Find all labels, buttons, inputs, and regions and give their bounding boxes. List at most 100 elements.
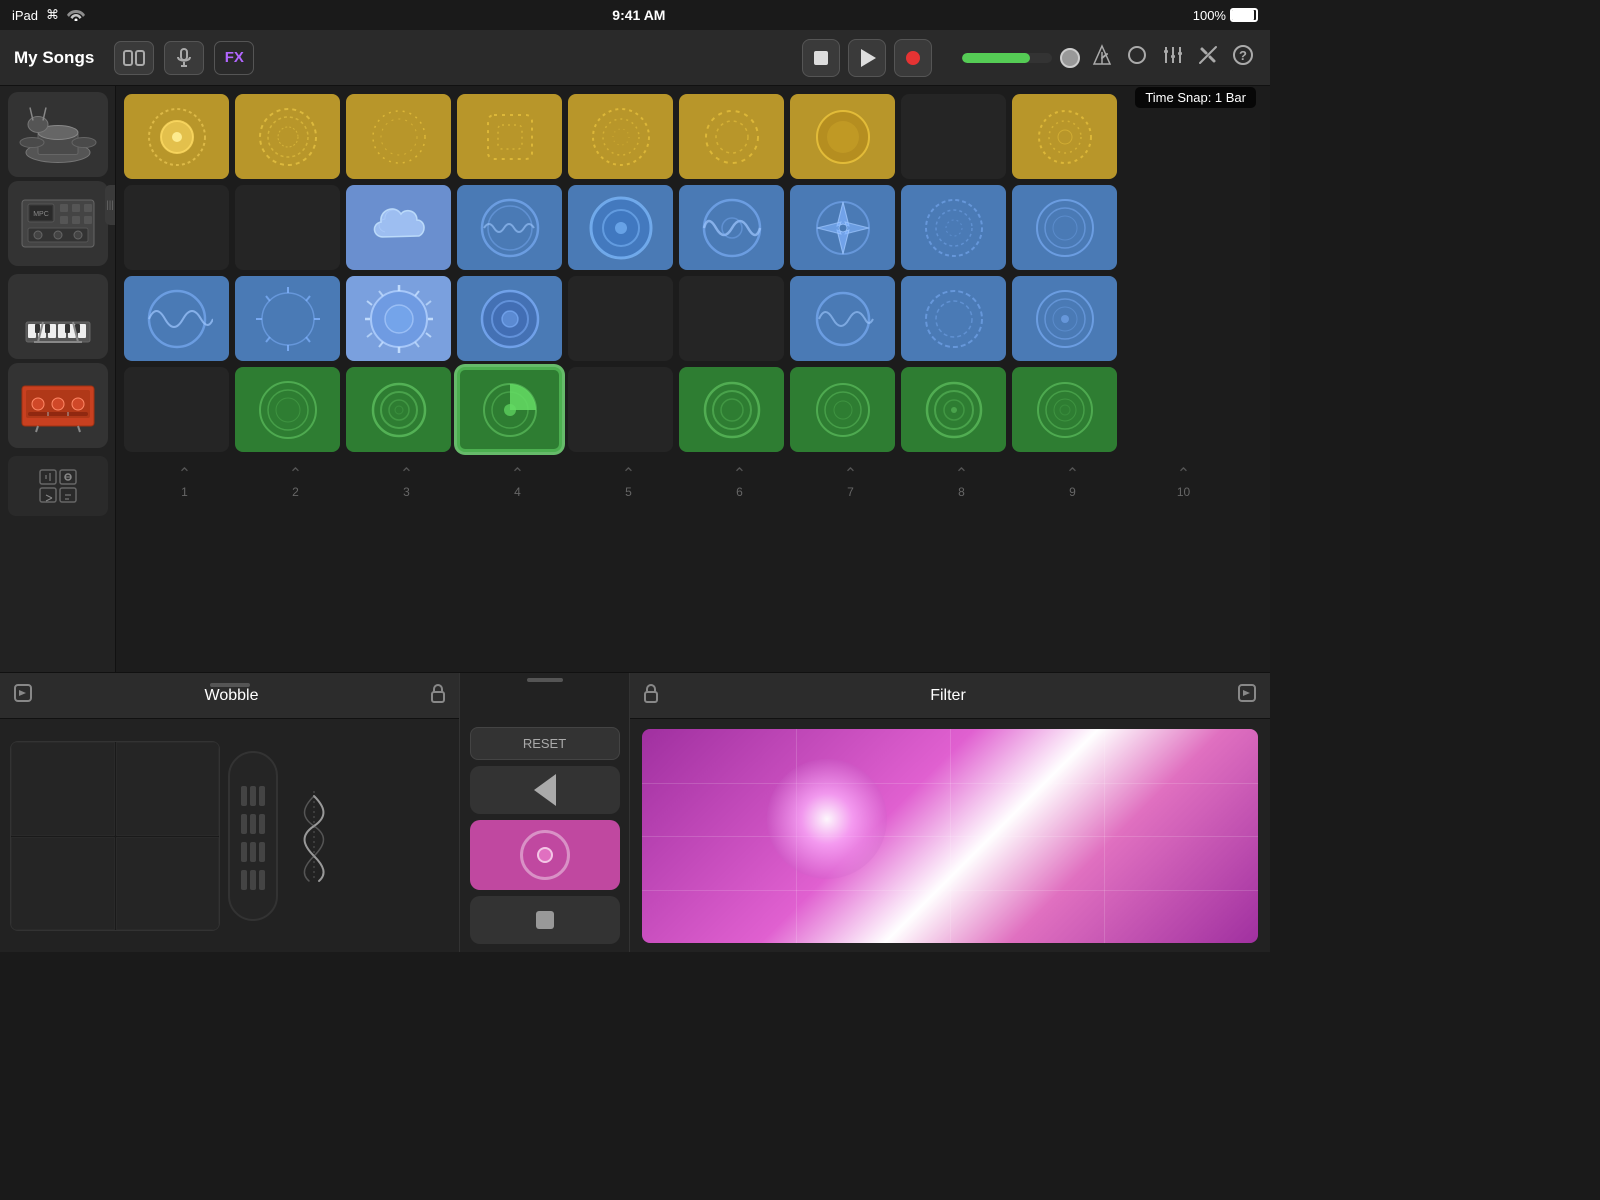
waveform-green-ring — [252, 374, 324, 446]
xy-quadrant-bl[interactable] — [11, 837, 115, 931]
cell-3-4[interactable] — [457, 276, 562, 361]
center-drag-handle-area — [460, 673, 629, 683]
screen-button[interactable] — [114, 41, 154, 75]
cell-1-4[interactable] — [457, 94, 562, 179]
cell-3-1[interactable] — [124, 276, 229, 361]
xy-quadrant-tl[interactable] — [11, 742, 115, 836]
cell-1-8[interactable] — [901, 94, 1006, 179]
cell-3-2[interactable] — [235, 276, 340, 361]
record-button[interactable] — [894, 39, 932, 77]
loop-icon[interactable] — [1124, 42, 1150, 73]
scene-icon — [38, 468, 78, 504]
col-10[interactable]: ⌃ 10 — [1131, 462, 1236, 504]
waveform-dot-circle — [141, 101, 213, 173]
cell-4-8[interactable] — [901, 367, 1006, 452]
wobble-title: Wobble — [42, 687, 421, 705]
waveform-green-ring3 — [696, 374, 768, 446]
tools-icon[interactable] — [1196, 43, 1220, 72]
wobble-vertical-slider[interactable] — [228, 751, 278, 921]
cell-1-1[interactable] — [124, 94, 229, 179]
fx-button[interactable]: FX — [214, 41, 254, 75]
cell-2-2[interactable] — [235, 185, 340, 270]
volume-knob[interactable] — [1060, 48, 1080, 68]
col-11[interactable]: ⌃ 11 — [1242, 462, 1270, 504]
cell-3-6[interactable] — [679, 276, 784, 361]
cell-2-1[interactable] — [124, 185, 229, 270]
col-5[interactable]: ⌃ 5 — [576, 462, 681, 504]
col-1[interactable]: ⌃ 1 — [132, 462, 237, 504]
help-icon[interactable]: ? — [1230, 42, 1256, 73]
xy-quadrant-br[interactable] — [116, 837, 220, 931]
cell-1-3[interactable] — [346, 94, 451, 179]
cell-1-7[interactable] — [790, 94, 895, 179]
volume-slider[interactable] — [962, 53, 1052, 63]
cell-2-4[interactable] — [457, 185, 562, 270]
cell-4-9[interactable] — [1012, 367, 1117, 452]
filter-glow-indicator — [767, 759, 887, 879]
filter-xy-pad[interactable]: Resonance Cutoff — [642, 729, 1258, 943]
grid-row-4 — [124, 367, 1262, 452]
instrument-analog[interactable] — [8, 363, 108, 448]
cell-3-3[interactable] — [346, 276, 451, 361]
stop-button-2[interactable] — [470, 896, 620, 944]
cell-1-5[interactable] — [568, 94, 673, 179]
col-6-label: 6 — [736, 485, 743, 499]
col-6[interactable]: ⌃ 6 — [687, 462, 792, 504]
collapse-handle[interactable]: ||| — [105, 185, 115, 225]
scene-clips-button[interactable] — [8, 456, 108, 516]
mixer-icon[interactable] — [1160, 43, 1186, 72]
waveform-rw1 — [141, 283, 213, 355]
col-4[interactable]: ⌃ 4 — [465, 462, 570, 504]
cell-4-5[interactable] — [568, 367, 673, 452]
col-3[interactable]: ⌃ 3 — [354, 462, 459, 504]
cell-4-3[interactable] — [346, 367, 451, 452]
filter-clip-icon[interactable] — [1236, 682, 1258, 709]
col-10-arrow: ⌃ — [1177, 467, 1190, 483]
cell-3-7[interactable] — [790, 276, 895, 361]
bottom-panel: Wobble — [0, 672, 1270, 952]
wobble-xy-pad[interactable] — [10, 741, 220, 931]
cell-3-8[interactable] — [901, 276, 1006, 361]
vinyl-button[interactable] — [470, 820, 620, 890]
wobble-lock-icon[interactable] — [429, 683, 447, 708]
cell-4-1[interactable] — [124, 367, 229, 452]
back-button[interactable] — [470, 766, 620, 814]
wifi-signal-icon — [67, 7, 85, 24]
cell-1-2[interactable] — [235, 94, 340, 179]
cell-1-9[interactable] — [1012, 94, 1117, 179]
grid-area: ⌃ 1 ⌃ 2 ⌃ 3 ⌃ 4 ⌃ 5 ⌃ 6 — [116, 86, 1270, 672]
cell-2-9[interactable] — [1012, 185, 1117, 270]
cell-4-2[interactable] — [235, 367, 340, 452]
filter-lock-icon[interactable] — [642, 683, 660, 708]
ipad-label: iPad — [12, 8, 38, 23]
col-2[interactable]: ⌃ 2 — [243, 462, 348, 504]
wobble-clip-icon[interactable] — [12, 682, 34, 709]
cell-4-7[interactable] — [790, 367, 895, 452]
cell-2-8[interactable] — [901, 185, 1006, 270]
cell-3-5[interactable] — [568, 276, 673, 361]
col-8[interactable]: ⌃ 8 — [909, 462, 1014, 504]
cell-2-3[interactable] — [346, 185, 451, 270]
cell-2-7[interactable] — [790, 185, 895, 270]
waveform-green-ring4 — [807, 374, 879, 446]
instrument-sampler[interactable]: MPC — [8, 181, 108, 266]
mic-button[interactable] — [164, 41, 204, 75]
xy-quadrant-tr[interactable] — [116, 742, 220, 836]
cell-1-6[interactable] — [679, 94, 784, 179]
instrument-keyboard[interactable] — [8, 274, 108, 359]
instrument-drums[interactable] — [8, 92, 108, 177]
cell-4-6[interactable] — [679, 367, 784, 452]
col-9-arrow: ⌃ — [1066, 467, 1079, 483]
time-snap-label: Time Snap: 1 Bar — [1135, 87, 1256, 108]
metronome-icon[interactable] — [1090, 42, 1114, 73]
cell-2-5[interactable] — [568, 185, 673, 270]
reset-button[interactable]: RESET — [470, 727, 620, 760]
cell-4-4[interactable] — [457, 367, 562, 452]
col-9[interactable]: ⌃ 9 — [1020, 462, 1125, 504]
cell-2-6[interactable] — [679, 185, 784, 270]
waveform-ring-large — [585, 192, 657, 264]
col-7[interactable]: ⌃ 7 — [798, 462, 903, 504]
stop-button[interactable] — [802, 39, 840, 77]
cell-3-9[interactable] — [1012, 276, 1117, 361]
play-button[interactable] — [848, 39, 886, 77]
